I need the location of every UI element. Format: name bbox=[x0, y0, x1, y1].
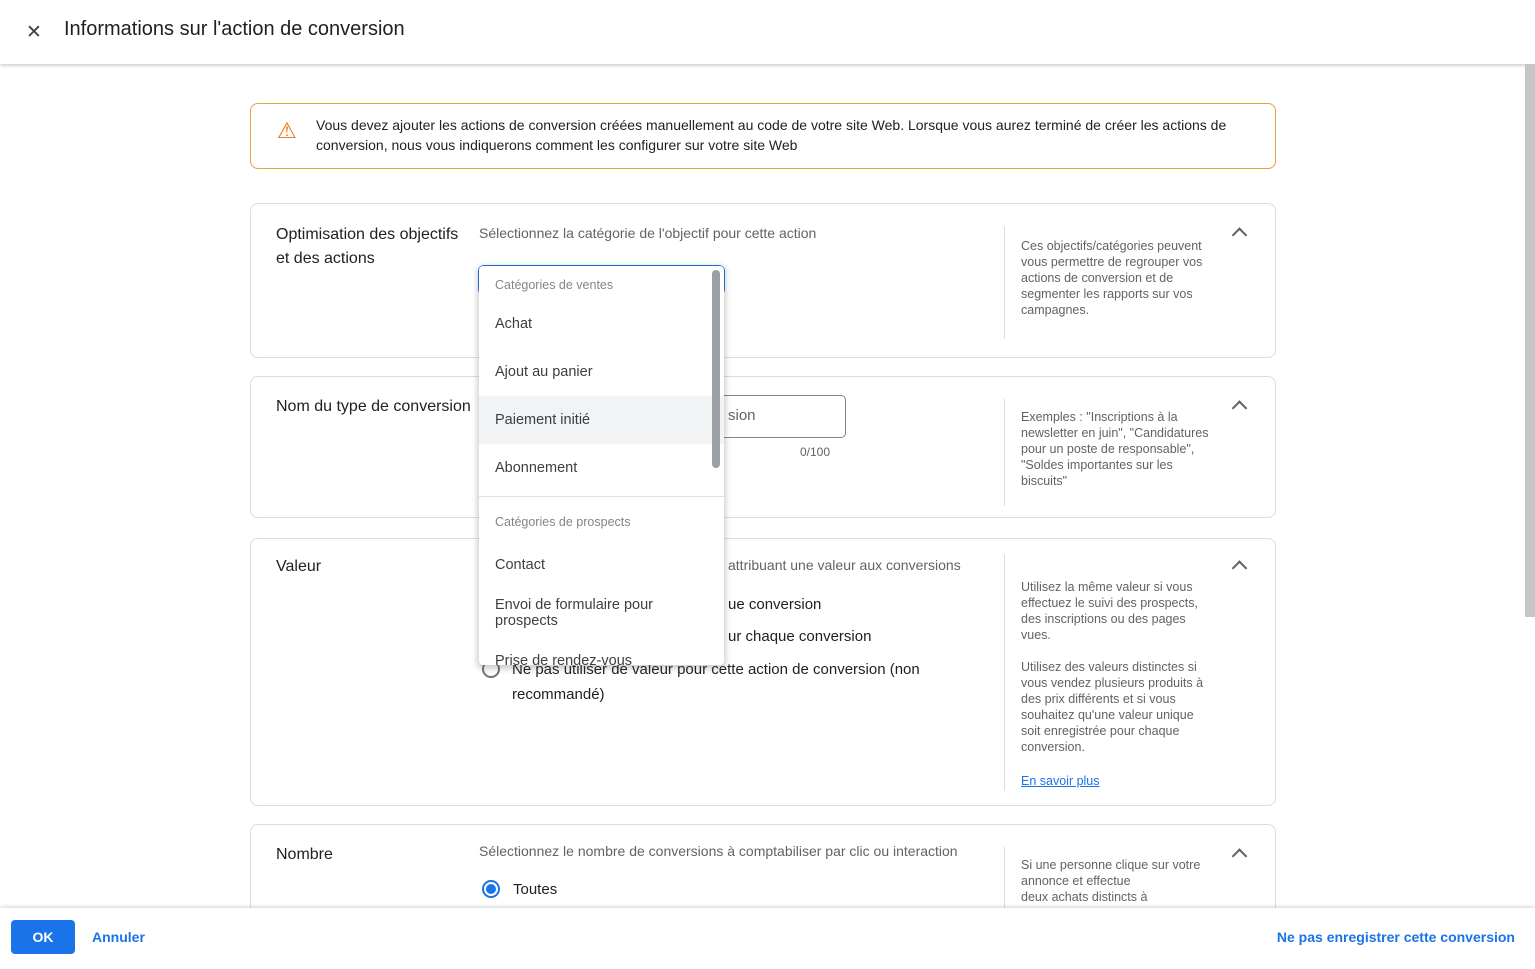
count-option-toutes-radio[interactable] bbox=[482, 880, 500, 898]
card-conversion-name: Nom du type de conversion sion 0/100 Exe… bbox=[250, 376, 1276, 518]
discard-conversion-link[interactable]: Ne pas enregistrer cette conversion bbox=[1277, 929, 1515, 945]
chevron-up-icon bbox=[1231, 400, 1247, 416]
count-instruction: Sélectionnez le nombre de conversions à … bbox=[479, 843, 958, 859]
dropdown-item-abonnement[interactable]: Abonnement bbox=[479, 444, 724, 492]
card-name-title: Nom du type de conversion bbox=[276, 395, 471, 419]
name-help-text: Exemples : "Inscriptions à la newsletter… bbox=[1021, 409, 1211, 489]
close-icon[interactable]: ✕ bbox=[20, 18, 48, 46]
card-goal-optimization: Optimisation des objectifs et des action… bbox=[250, 203, 1276, 358]
dropdown-item-achat[interactable]: Achat bbox=[479, 300, 724, 348]
value-instruction-fragment: attribuant une valeur aux conversions bbox=[728, 557, 961, 573]
count-option-toutes-label[interactable]: Toutes bbox=[513, 877, 557, 902]
dropdown-item-paiement-initie[interactable]: Paiement initié bbox=[479, 396, 724, 444]
char-counter: 0/100 bbox=[800, 445, 830, 459]
dropdown-group-prospects: Catégories de prospects bbox=[479, 497, 724, 541]
conversion-action-dialog: ✕ Informations sur l'action de conversio… bbox=[0, 0, 1535, 969]
value-help-text: Utilisez la même valeur si vous effectue… bbox=[1021, 579, 1211, 789]
collapse-goal-button[interactable] bbox=[1225, 222, 1253, 250]
dropdown-item-prise-rendez-vous[interactable]: Prise de rendez-vous bbox=[479, 637, 724, 665]
collapse-count-button[interactable] bbox=[1225, 843, 1253, 871]
divider bbox=[1004, 226, 1005, 339]
learn-more-link[interactable]: En savoir plus bbox=[1021, 773, 1100, 789]
divider bbox=[1004, 399, 1005, 506]
card-value: Valeur attribuant une valeur aux convers… bbox=[250, 538, 1276, 806]
warning-triangle-icon: ⚠ bbox=[277, 118, 297, 144]
category-dropdown-menu: Catégories de ventes Achat Ajout au pani… bbox=[479, 266, 724, 665]
dropdown-scrollbar[interactable] bbox=[712, 270, 720, 468]
dropdown-group-sales: Catégories de ventes bbox=[479, 266, 724, 300]
page-scrollbar[interactable] bbox=[1525, 64, 1535, 617]
dropdown-item-contact[interactable]: Contact bbox=[479, 541, 724, 589]
page-title: Informations sur l'action de conversion bbox=[64, 18, 405, 41]
dropdown-item-ajout-au-panier[interactable]: Ajout au panier bbox=[479, 348, 724, 396]
goal-help-text: Ces objectifs/catégories peuvent vous pe… bbox=[1021, 238, 1211, 318]
card-goal-title: Optimisation des objectifs et des action… bbox=[276, 223, 471, 271]
divider bbox=[1004, 847, 1005, 909]
warning-text: Vous devez ajouter les actions de conver… bbox=[316, 115, 1251, 155]
divider bbox=[1004, 554, 1005, 791]
header-bar: ✕ Informations sur l'action de conversio… bbox=[0, 0, 1535, 64]
chevron-up-icon bbox=[1231, 560, 1247, 576]
chevron-up-icon bbox=[1231, 848, 1247, 864]
collapse-value-button[interactable] bbox=[1225, 555, 1253, 583]
card-count-title: Nombre bbox=[276, 843, 471, 867]
input-placeholder-fragment: sion bbox=[728, 407, 756, 424]
collapse-name-button[interactable] bbox=[1225, 395, 1253, 423]
warning-banner: ⚠ Vous devez ajouter les actions de conv… bbox=[250, 103, 1276, 169]
dropdown-item-envoi-formulaire[interactable]: Envoi de formulaire pour prospects bbox=[479, 589, 724, 637]
goal-instruction: Sélectionnez la catégorie de l'objectif … bbox=[479, 225, 816, 241]
value-option1-fragment: ue conversion bbox=[728, 596, 821, 613]
cancel-button[interactable]: Annuler bbox=[92, 929, 145, 945]
footer-bar: OK Annuler Ne pas enregistrer cette conv… bbox=[0, 908, 1535, 969]
ok-button[interactable]: OK bbox=[11, 920, 75, 954]
chevron-up-icon bbox=[1231, 227, 1247, 243]
value-option2-fragment: ur chaque conversion bbox=[728, 628, 871, 645]
value-help-paragraph-2: Utilisez des valeurs distinctes si vous … bbox=[1021, 659, 1211, 755]
value-help-paragraph-1: Utilisez la même valeur si vous effectue… bbox=[1021, 579, 1211, 643]
count-help-text: Si une personne clique sur votre annonce… bbox=[1021, 857, 1211, 905]
card-value-title: Valeur bbox=[276, 555, 471, 579]
